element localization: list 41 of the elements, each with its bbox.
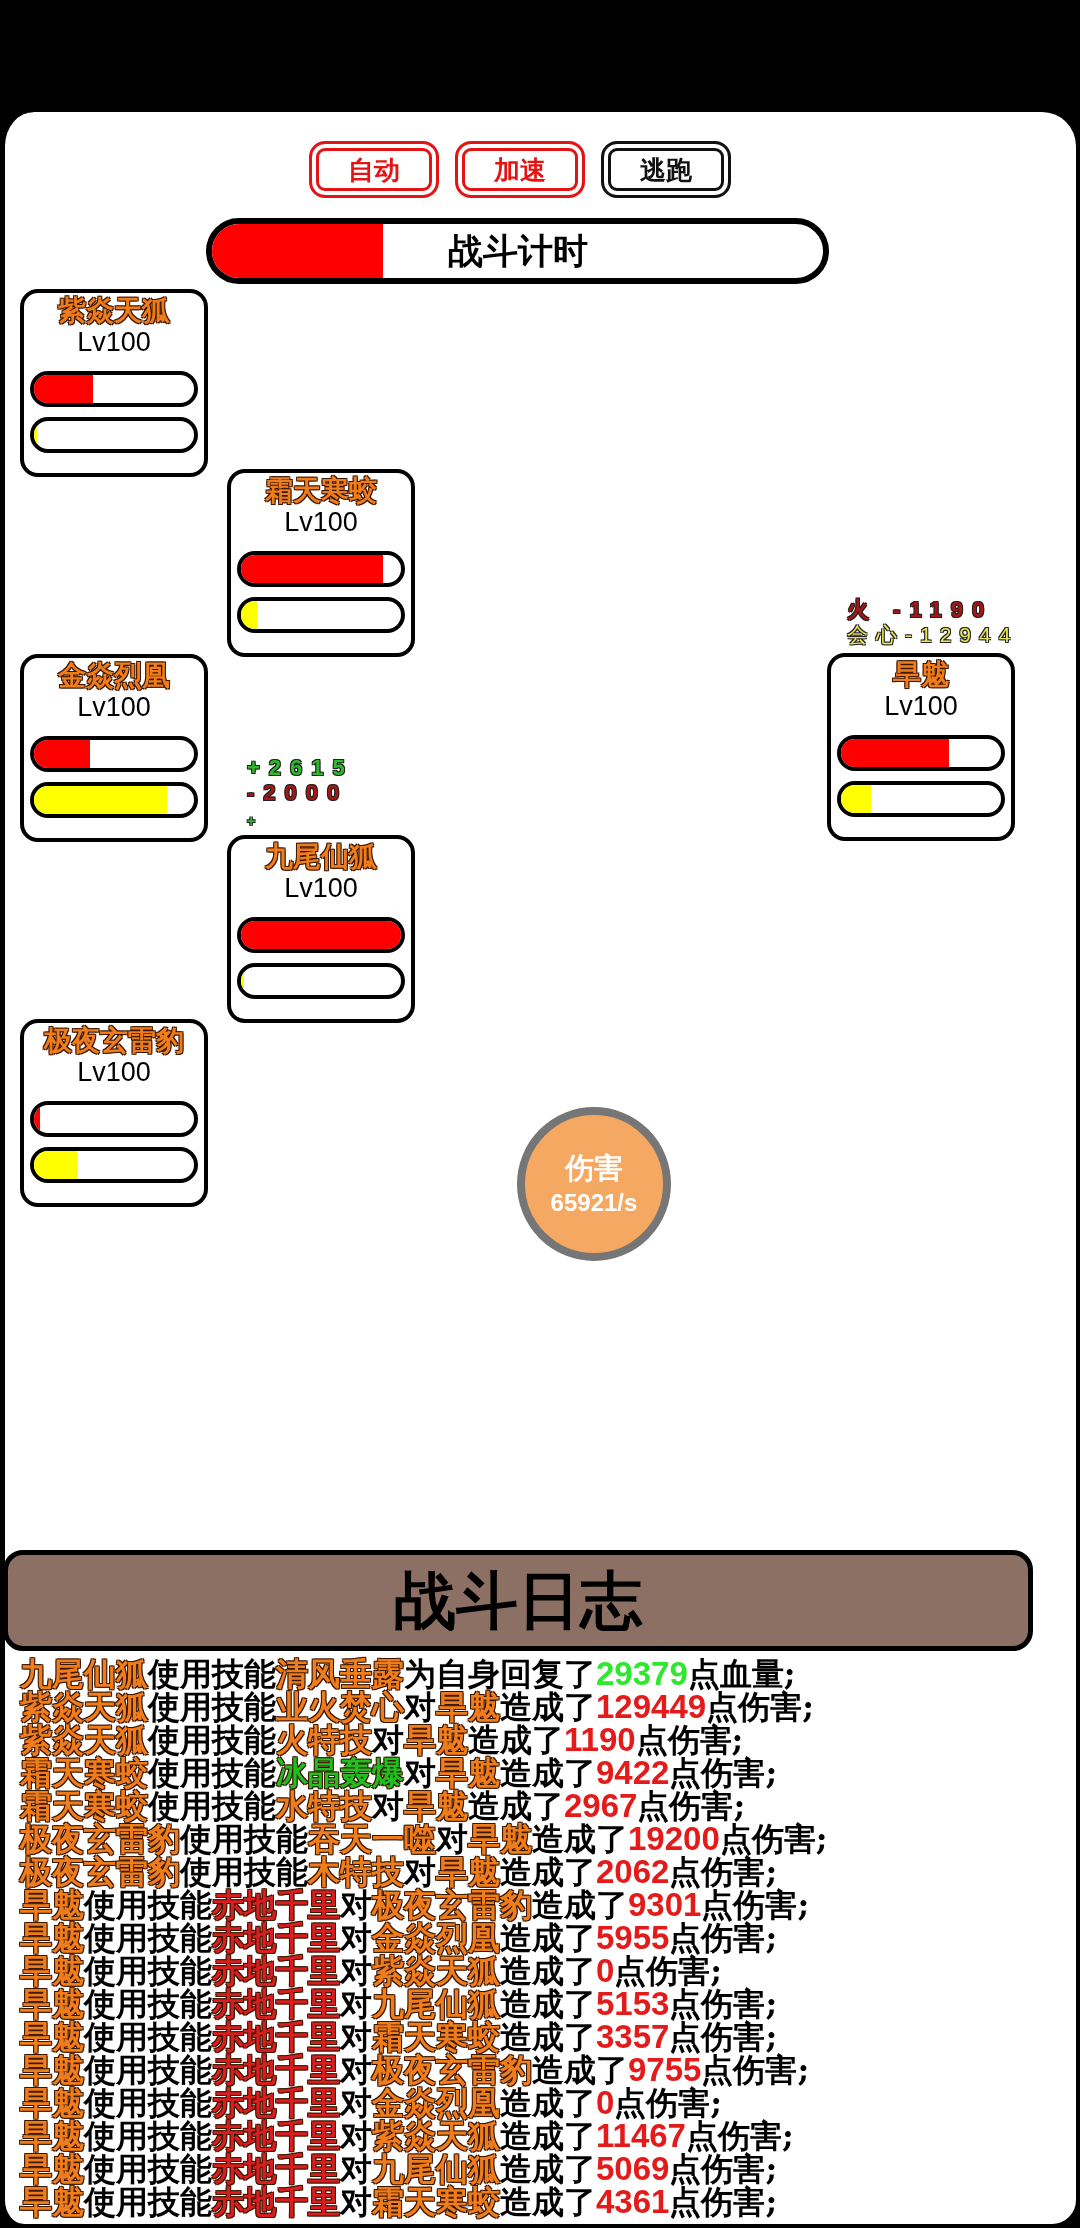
- unit-name: 紫焱天狐: [58, 294, 170, 327]
- log-entry: 旱魃使用技能赤地千里对紫焱天狐造成了11467点伤害;: [20, 2119, 795, 2152]
- log-entry: 旱魃使用技能赤地千里对霜天寒蛟造成了3357点伤害;: [20, 2020, 778, 2053]
- control-button[interactable]: 自动: [309, 141, 439, 198]
- log-entry: 旱魃使用技能赤地千里对极夜玄雷豹造成了9755点伤害;: [20, 2053, 811, 2086]
- log-entry: 九尾仙狐使用技能清风垂露为自身回复了29379点血量;: [20, 1657, 796, 1690]
- log-title: 战斗日志: [394, 1565, 642, 1636]
- log-entry: 紫焱天狐使用技能火特技对旱魃造成了1190点伤害;: [20, 1723, 744, 1756]
- combat-number: 火 -1190: [847, 597, 994, 622]
- control-button[interactable]: 加速: [455, 141, 585, 198]
- log-entry: 旱魃使用技能赤地千里对九尾仙狐造成了5153点伤害;: [20, 1987, 779, 2020]
- unit-name: 旱魃: [893, 658, 949, 691]
- log-entry: 旱魃使用技能赤地千里对紫焱天狐造成了0点伤害;: [20, 1954, 723, 1987]
- unit-name: 金焱烈凰: [58, 659, 170, 692]
- unit-level: Lv100: [284, 873, 358, 903]
- combat-number: +2615: [247, 755, 354, 780]
- unit-name: 极夜玄雷豹: [44, 1024, 184, 1057]
- unit-level: Lv100: [77, 327, 151, 357]
- log-entry: 紫焱天狐使用技能业火焚心对旱魃造成了129449点伤害;: [20, 1690, 815, 1723]
- log-entry: 旱魃使用技能赤地千里对九尾仙狐造成了5069点伤害;: [20, 2152, 778, 2185]
- log-entry: 旱魃使用技能赤地千里对金焱烈凰造成了5955点伤害;: [20, 1921, 778, 1954]
- unit-level: Lv100: [77, 1057, 151, 1087]
- combat-number: -2000: [247, 780, 349, 805]
- log-entry: 旱魃使用技能赤地千里对金焱烈凰造成了0点伤害;: [20, 2086, 723, 2119]
- unit-level: Lv100: [77, 692, 151, 722]
- unit-name: 霜天寒蛟: [265, 474, 377, 507]
- log-entry: 极夜玄雷豹使用技能吞天一噬对旱魃造成了19200点伤害;: [20, 1822, 829, 1855]
- log-entry: 极夜玄雷豹使用技能木特技对旱魃造成了2062点伤害;: [20, 1855, 778, 1888]
- unit-name: 九尾仙狐: [265, 840, 377, 873]
- combat-number: 会心-12944: [847, 622, 1019, 647]
- unit-level: Lv100: [884, 691, 958, 721]
- log-entry: 霜天寒蛟使用技能冰晶轰爆对旱魃造成了9422点伤害;: [20, 1756, 779, 1789]
- unit-level: Lv100: [284, 507, 358, 537]
- log-entry: 旱魃使用技能赤地千里对极夜玄雷豹造成了9301点伤害;: [20, 1888, 811, 1921]
- damage-rate-label: 伤害: [565, 1151, 623, 1185]
- timer-label: 战斗计时: [447, 231, 588, 271]
- combat-number: +: [247, 813, 265, 829]
- log-entry: 旱魃使用技能赤地千里对霜天寒蛟造成了4361点伤害;: [20, 2185, 779, 2218]
- control-button[interactable]: 逃跑: [601, 141, 731, 198]
- log-entry: 霜天寒蛟使用技能水特技对旱魃造成了2967点伤害;: [20, 1789, 746, 1822]
- damage-rate-value: 65921/s: [550, 1189, 638, 1217]
